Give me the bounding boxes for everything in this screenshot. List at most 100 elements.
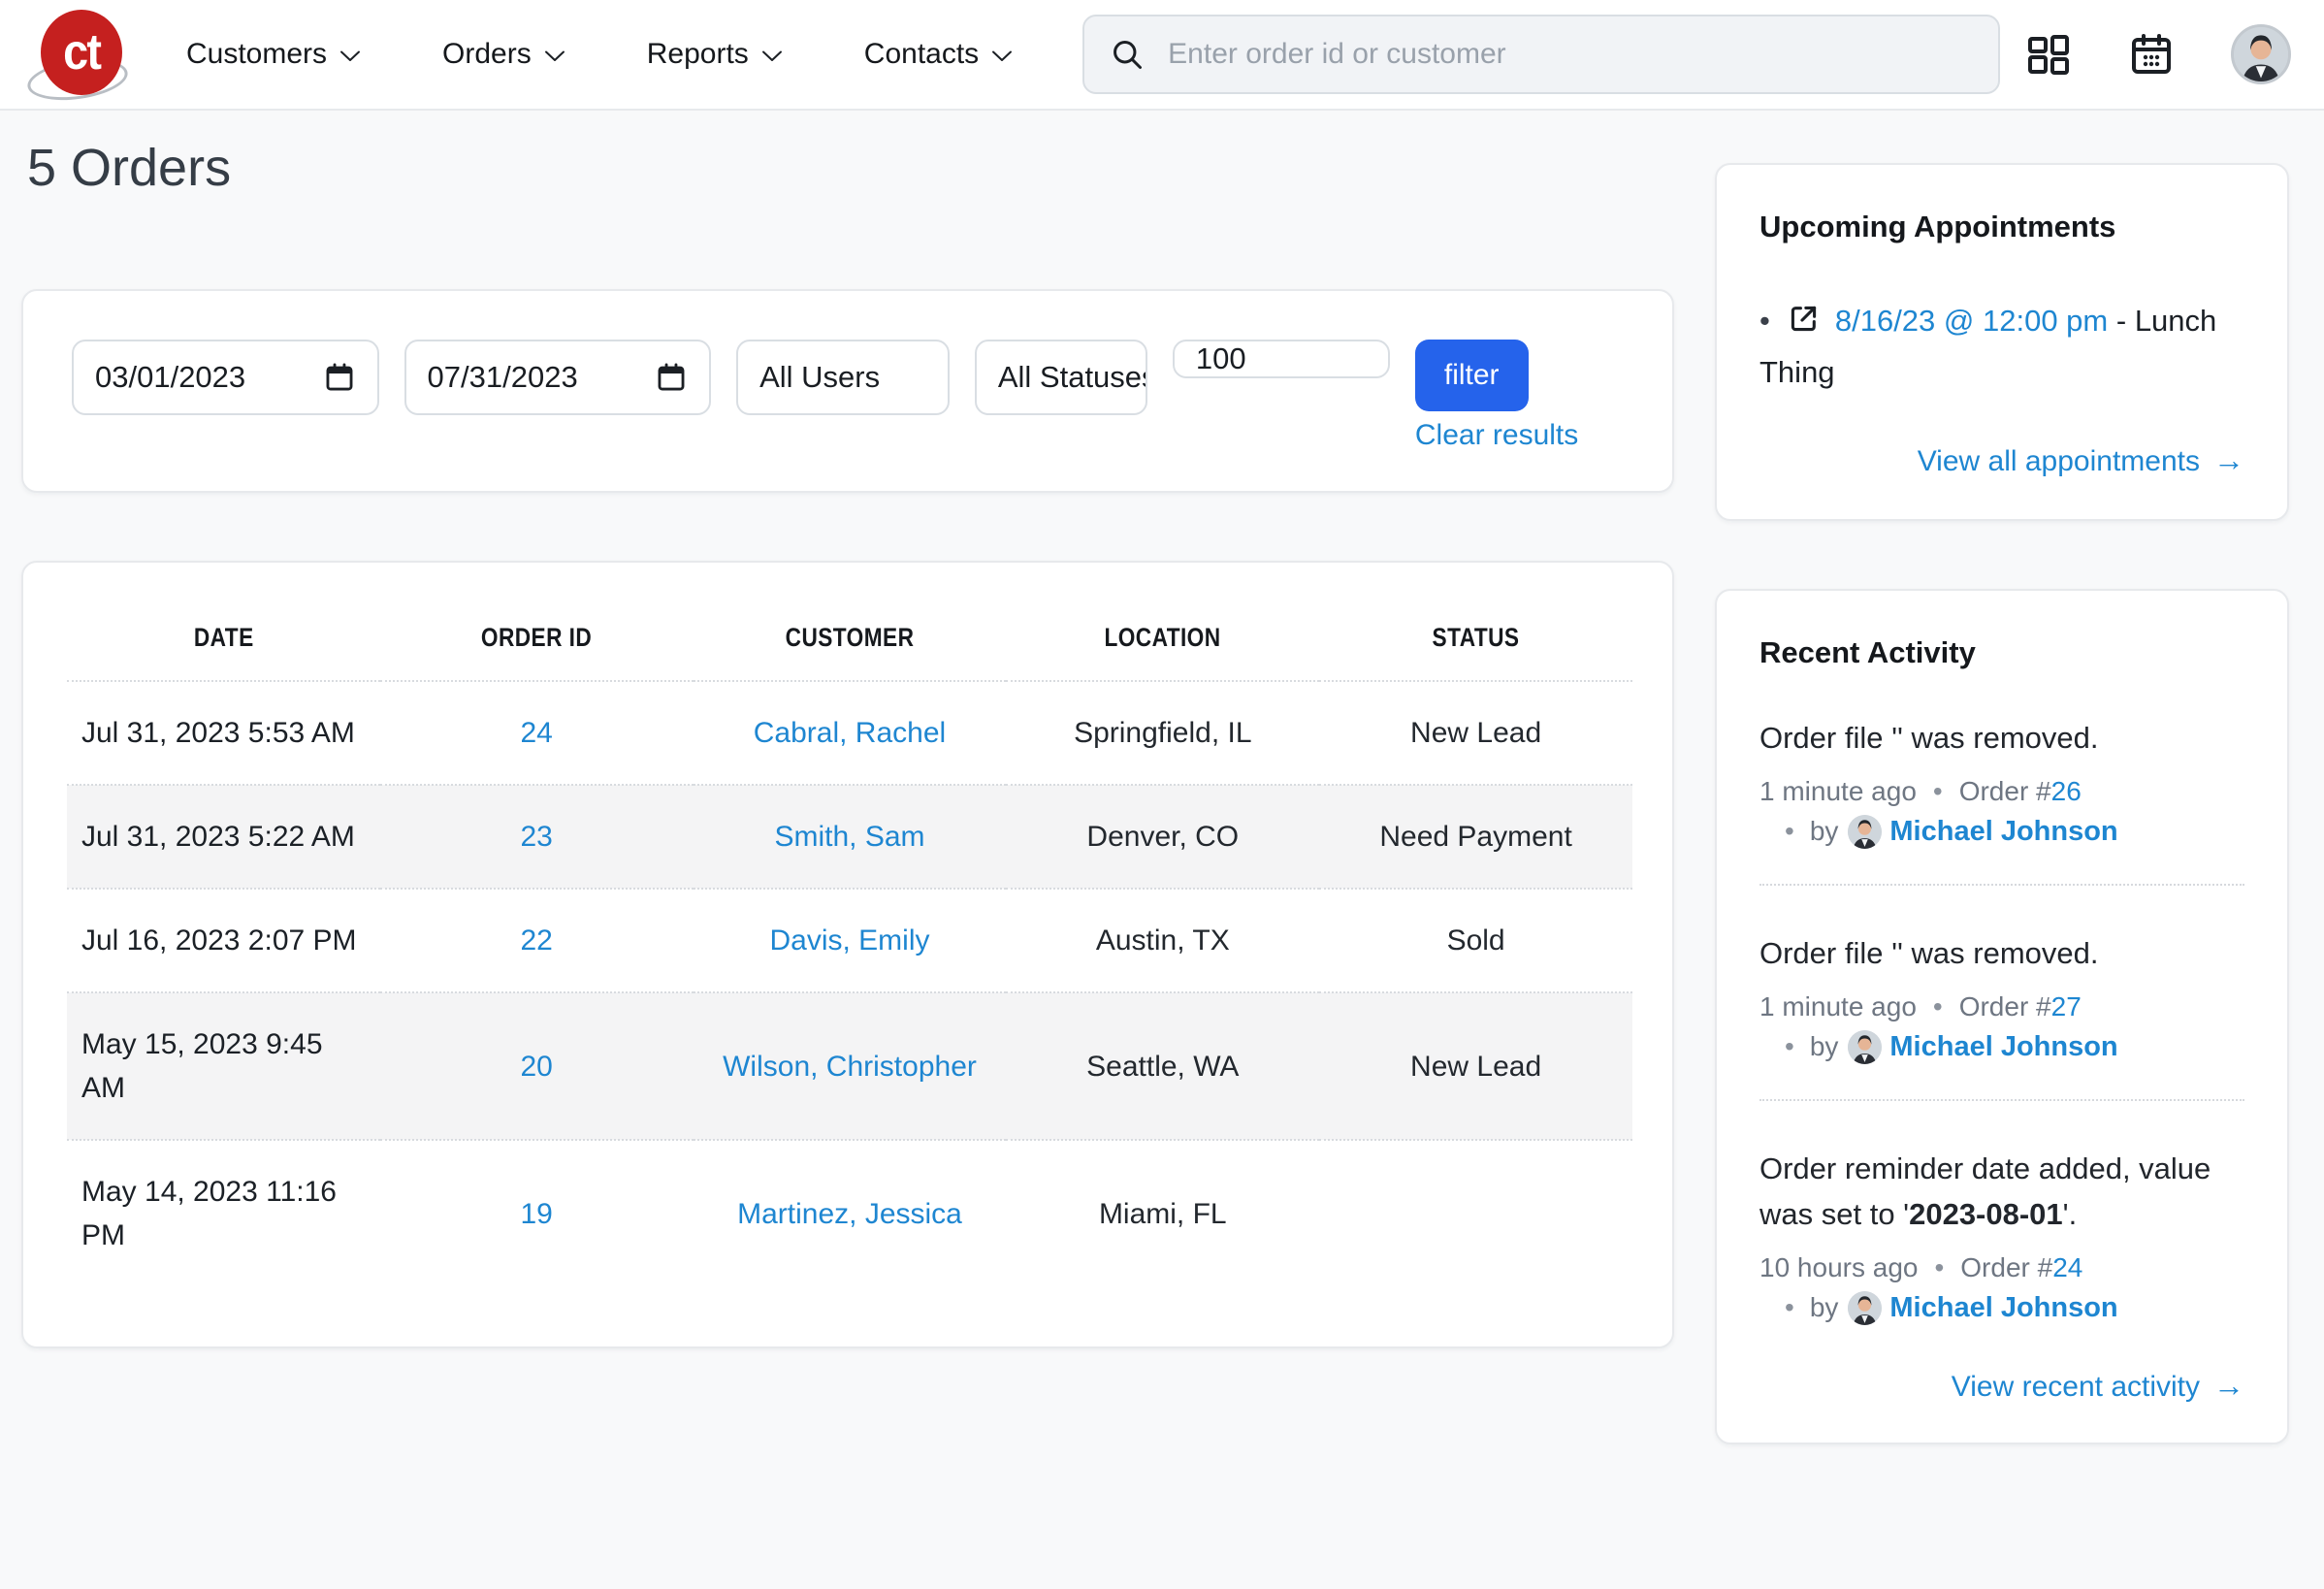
activity-byline: •byMichael Johnson [1759, 815, 2244, 849]
order-status: Sold [1319, 889, 1632, 992]
activity-order-link[interactable]: 24 [2052, 1252, 2082, 1282]
status-filter-value: All Statuses [998, 360, 1147, 395]
customer-link[interactable]: Wilson, Christopher [723, 1051, 977, 1083]
bullet: • [1933, 776, 1943, 806]
appointments-title: Upcoming Appointments [1759, 210, 2244, 244]
activity-order-link[interactable]: 27 [2051, 991, 2082, 1022]
orders-table-card: DATE ORDER ID CUSTOMER LOCATION STATUS J… [21, 561, 1674, 1348]
filter-bar: 03/01/2023 07/31/2023 [21, 289, 1674, 493]
chevron-down-icon [544, 49, 565, 63]
order-label: Order # [1959, 776, 2051, 806]
activity-byline: •byMichael Johnson [1759, 1030, 2244, 1064]
appointment-datetime-link[interactable]: 8/16/23 @ 12:00 pm [1835, 304, 2108, 338]
bullet: • [1785, 1292, 1794, 1322]
search-icon [1110, 37, 1145, 72]
divider [1759, 1099, 2244, 1101]
view-recent-activity-link[interactable]: View recent activity→ [1759, 1368, 2244, 1404]
by-label: by [1810, 1031, 1839, 1061]
order-id-link[interactable]: 22 [521, 924, 553, 957]
customer-link[interactable]: Davis, Emily [769, 924, 929, 957]
table-header-row: DATE ORDER ID CUSTOMER LOCATION STATUS [67, 605, 1632, 681]
end-date-value: 07/31/2023 [428, 360, 578, 395]
arrow-right-icon: → [2213, 1368, 2244, 1403]
activity-time: 1 minute ago [1759, 776, 1917, 806]
nav-item-contacts[interactable]: Contacts [864, 38, 1013, 71]
order-location: Austin, TX [1006, 889, 1319, 992]
nav-label: Customers [186, 38, 327, 71]
order-id-link[interactable]: 23 [521, 821, 553, 853]
order-location: Miami, FL [1006, 1140, 1319, 1286]
nav-item-customers[interactable]: Customers [186, 38, 361, 71]
order-location: Denver, CO [1006, 785, 1319, 889]
nav-label: Orders [442, 38, 532, 71]
nav-item-reports[interactable]: Reports [647, 38, 783, 71]
activity-item: Order reminder date added, value was set… [1759, 1146, 2244, 1325]
chevron-down-icon [991, 49, 1013, 63]
user-avatar [1848, 815, 1882, 849]
activity-order-link[interactable]: 26 [2051, 776, 2082, 806]
bullet: • [1934, 1252, 1944, 1282]
search-box [1082, 15, 2000, 94]
by-label: by [1810, 1292, 1839, 1322]
page-title: 5 Orders [27, 138, 1674, 198]
order-status [1319, 1140, 1632, 1286]
table-row: May 15, 2023 9:45 AM 20 Wilson, Christop… [67, 992, 1632, 1140]
table-row: Jul 31, 2023 5:53 AM 24 Cabral, Rachel S… [67, 681, 1632, 785]
activity-meta: 10 hours ago•Order #24 [1759, 1252, 2244, 1283]
nav-label: Contacts [864, 38, 979, 71]
nav-item-orders[interactable]: Orders [442, 38, 565, 71]
activity-meta: 1 minute ago • Order #26 [1759, 776, 2244, 807]
order-location: Seattle, WA [1006, 992, 1319, 1140]
app-logo[interactable]: ct [33, 8, 126, 101]
bullet: • [1785, 816, 1794, 846]
topbar-actions [2025, 24, 2291, 84]
activity-user-link[interactable]: Michael Johnson [1889, 1292, 2117, 1323]
activity-item: Order file '' was removed. 1 minute ago•… [1759, 930, 2244, 1101]
sidebar: Upcoming Appointments • 8/16/23 @ 12:00 … [1715, 111, 2289, 1444]
activity-text: Order file '' was removed. [1759, 715, 2244, 761]
user-avatar [1848, 1030, 1882, 1064]
activity-user-link[interactable]: Michael Johnson [1889, 816, 2117, 847]
user-filter-select[interactable]: All Users [736, 340, 950, 415]
end-date-input[interactable]: 07/31/2023 [404, 340, 712, 415]
order-status: New Lead [1319, 992, 1632, 1140]
dashboard-grid-icon[interactable] [2025, 31, 2072, 78]
col-header-customer: CUSTOMER [694, 605, 1007, 681]
user-avatar [1848, 1291, 1882, 1325]
top-navigation-bar: ct Customers Orders Reports Contacts [0, 0, 2324, 111]
activity-title: Recent Activity [1759, 635, 2244, 670]
limit-input[interactable] [1173, 340, 1390, 378]
order-date: Jul 31, 2023 5:53 AM [67, 681, 380, 785]
clear-results-link[interactable]: Clear results [1415, 419, 1578, 451]
search-input[interactable] [1166, 37, 1973, 72]
order-id-link[interactable]: 20 [521, 1051, 553, 1083]
activity-time: 10 hours ago [1759, 1252, 1918, 1282]
activity-time: 1 minute ago [1759, 991, 1917, 1022]
customer-link[interactable]: Martinez, Jessica [737, 1198, 962, 1230]
start-date-input[interactable]: 03/01/2023 [72, 340, 379, 415]
avatar-photo [2234, 27, 2288, 81]
activity-user-link[interactable]: Michael Johnson [1889, 1031, 2117, 1062]
order-date: Jul 16, 2023 2:07 PM [67, 889, 380, 992]
user-filter-value: All Users [759, 360, 880, 395]
filter-button[interactable]: filter [1415, 340, 1529, 411]
col-header-order-id: ORDER ID [380, 605, 694, 681]
status-filter-select[interactable]: All Statuses [975, 340, 1147, 415]
order-status: New Lead [1319, 681, 1632, 785]
user-avatar[interactable] [2231, 24, 2291, 84]
order-id-link[interactable]: 19 [521, 1198, 553, 1230]
order-status: Need Payment [1319, 785, 1632, 889]
customer-link[interactable]: Smith, Sam [774, 821, 924, 853]
order-date: May 15, 2023 9:45 AM [67, 992, 380, 1140]
table-row: Jul 16, 2023 2:07 PM 22 Davis, Emily Aus… [67, 889, 1632, 992]
order-id-link[interactable]: 24 [521, 717, 553, 749]
calendar-icon[interactable] [2128, 31, 2175, 78]
customer-link[interactable]: Cabral, Rachel [754, 717, 946, 749]
activity-text: Order reminder date added, value was set… [1759, 1146, 2244, 1237]
view-all-appointments-link[interactable]: View all appointments→ [1759, 442, 2244, 478]
activity-text: Order file '' was removed. [1759, 930, 2244, 976]
calendar-icon [655, 360, 688, 395]
activity-meta: 1 minute ago•Order #27 [1759, 991, 2244, 1022]
order-date: May 14, 2023 11:16 PM [67, 1140, 380, 1286]
external-link-icon[interactable] [1786, 301, 1822, 337]
